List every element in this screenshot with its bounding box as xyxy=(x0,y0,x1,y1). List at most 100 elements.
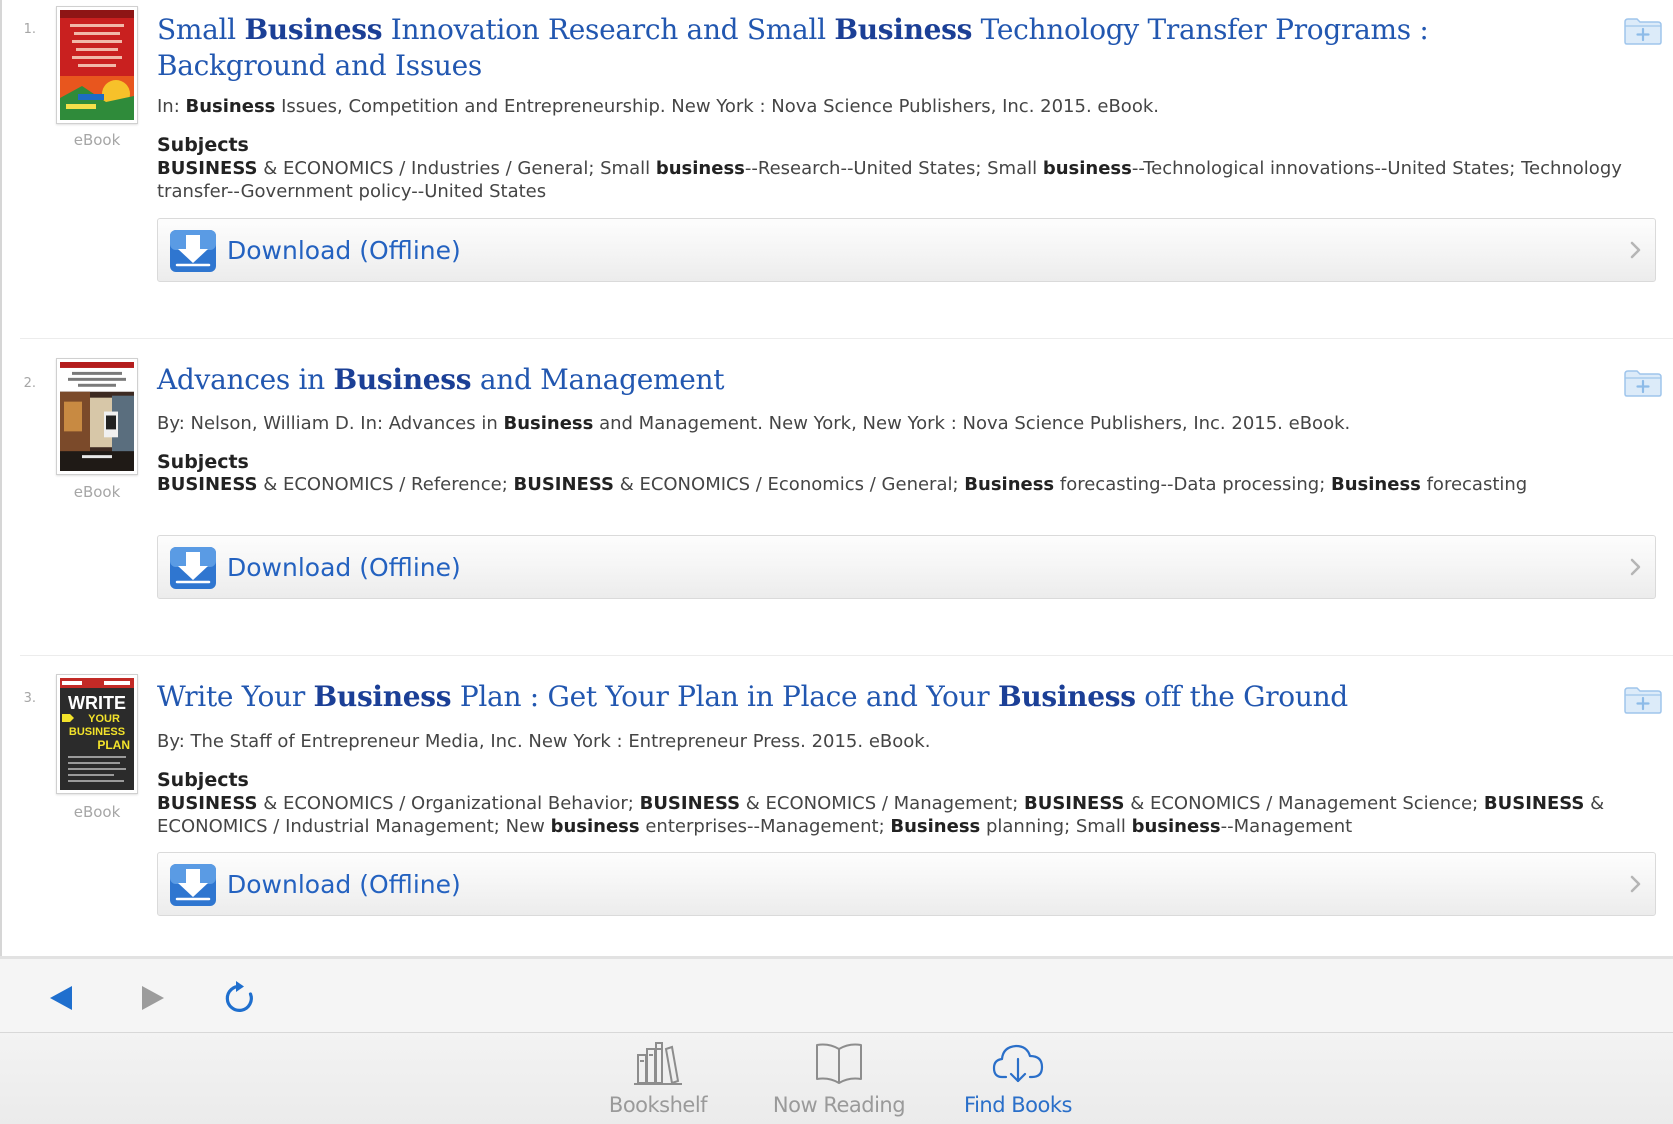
tab-label: Now Reading xyxy=(772,1093,906,1117)
result-number: 1. xyxy=(23,22,36,37)
add-to-folder-icon[interactable] xyxy=(1623,14,1663,46)
result-number: 2. xyxy=(23,376,36,391)
text-segment: & ECONOMICS / Industries / General; Smal… xyxy=(257,158,656,179)
book-cover[interactable]: WRITE YOUR BUSINESS PLAN xyxy=(56,674,138,794)
result-item: 2. eBook Advances in Business and Manage… xyxy=(2,338,1673,668)
result-title-link[interactable]: Advances in Business and Management xyxy=(157,362,1597,398)
highlighted-term: Business xyxy=(834,13,973,46)
result-item: 1. eBook Small Business Innovation Resea… xyxy=(2,0,1673,330)
bookshelf-icon xyxy=(634,1042,682,1085)
download-arrow-icon xyxy=(170,547,216,589)
text-segment: & ECONOMICS / Management Science; xyxy=(1124,793,1484,814)
highlighted-term: business xyxy=(1042,158,1132,179)
tab-label: Find Books xyxy=(964,1093,1072,1117)
result-publication-info: By: The Staff of Entrepreneur Media, Inc… xyxy=(157,731,1617,753)
tab-now-reading[interactable]: Now Reading xyxy=(754,1037,924,1121)
highlighted-term: Business xyxy=(997,680,1136,713)
tab-bookshelf[interactable]: Bookshelf xyxy=(573,1037,743,1121)
text-segment: Small xyxy=(157,13,245,46)
highlighted-term: Business xyxy=(503,413,594,434)
book-cover[interactable] xyxy=(56,6,138,124)
book-cover-red-icon xyxy=(60,10,134,120)
text-segment: --Research--United States; Small xyxy=(744,158,1043,179)
book-cover-photo-icon xyxy=(60,362,134,471)
text-segment: Write Your xyxy=(157,680,314,713)
add-to-folder-icon[interactable] xyxy=(1623,683,1663,715)
chevron-right-icon xyxy=(1630,875,1641,893)
result-divider xyxy=(20,655,1673,656)
search-results-list: 1. eBook Small Business Innovation Resea… xyxy=(0,0,1673,956)
book-cover[interactable] xyxy=(56,358,138,475)
text-segment: & ECONOMICS / Management; xyxy=(740,793,1024,814)
highlighted-term: Business xyxy=(964,474,1055,495)
tab-find-books[interactable]: Find Books xyxy=(933,1037,1103,1121)
format-label: eBook xyxy=(73,483,121,501)
highlighted-term: business xyxy=(1131,816,1221,837)
text-segment: Issues, Competition and Entrepreneurship… xyxy=(275,96,1159,117)
result-publication-info: In: Business Issues, Competition and Ent… xyxy=(157,96,1617,118)
subjects-list[interactable]: BUSINESS & ECONOMICS / Reference; BUSINE… xyxy=(157,473,1647,496)
result-title-link[interactable]: Small Business Innovation Research and S… xyxy=(157,12,1597,84)
text-segment: & ECONOMICS / Economics / General; xyxy=(613,474,965,495)
result-title-link[interactable]: Write Your Business Plan : Get Your Plan… xyxy=(157,679,1597,715)
cloud-download-icon xyxy=(992,1044,1044,1083)
highlighted-term: Business xyxy=(1331,474,1421,495)
text-segment: & ECONOMICS / Reference; xyxy=(257,474,514,495)
result-number: 3. xyxy=(23,691,36,706)
format-label: eBook xyxy=(73,131,121,149)
subjects-heading: Subjects xyxy=(157,134,249,156)
highlighted-term: Business xyxy=(333,363,472,396)
text-segment: In: xyxy=(157,96,186,117)
tab-label: Bookshelf xyxy=(608,1093,708,1117)
result-publication-info: By: Nelson, William D. In: Advances in B… xyxy=(157,413,1617,435)
chevron-right-icon xyxy=(1630,558,1641,576)
format-label: eBook xyxy=(73,803,121,821)
refresh-icon[interactable] xyxy=(220,978,260,1018)
back-arrow-icon[interactable] xyxy=(42,978,82,1018)
text-segment: and Management. New York, New York : Nov… xyxy=(593,413,1351,434)
highlighted-term: Business xyxy=(185,96,276,117)
add-to-folder-icon[interactable] xyxy=(1623,366,1663,398)
text-segment: forecasting xyxy=(1420,474,1528,495)
cover-word-plan: PLAN xyxy=(97,738,130,752)
subjects-list[interactable]: BUSINESS & ECONOMICS / Industries / Gene… xyxy=(157,157,1647,203)
text-segment: forecasting--Data processing; xyxy=(1054,474,1331,495)
open-book-icon xyxy=(816,1043,862,1084)
subjects-list[interactable]: BUSINESS & ECONOMICS / Organizational Be… xyxy=(157,792,1647,838)
highlighted-term: business xyxy=(655,158,745,179)
result-divider xyxy=(20,338,1673,339)
text-segment: --Management xyxy=(1220,816,1353,837)
download-label: Download (Offline) xyxy=(227,553,461,582)
text-segment: By: Nelson, William D. In: Advances in xyxy=(157,413,504,434)
text-segment: enterprises--Management; xyxy=(639,816,891,837)
download-arrow-icon xyxy=(170,864,216,906)
book-cover-write-your-business-plan-icon: WRITE YOUR BUSINESS PLAN xyxy=(60,678,134,790)
download-arrow-icon xyxy=(170,230,216,272)
highlighted-term: BUSINESS xyxy=(157,793,258,814)
highlighted-term: BUSINESS xyxy=(1483,793,1585,814)
cover-word-business: BUSINESS xyxy=(69,726,125,738)
download-label: Download (Offline) xyxy=(227,870,461,899)
subjects-heading: Subjects xyxy=(157,769,249,791)
download-offline-button[interactable]: Download (Offline) xyxy=(157,535,1656,599)
download-offline-button[interactable]: Download (Offline) xyxy=(157,852,1656,916)
text-segment: Advances in xyxy=(157,363,334,396)
text-segment: By: The Staff of Entrepreneur Media, Inc… xyxy=(157,731,931,752)
bottom-tab-bar: Bookshelf Now Reading Find Books xyxy=(0,1033,1673,1124)
text-segment: & ECONOMICS / Organizational Behavior; xyxy=(257,793,640,814)
forward-arrow-icon[interactable] xyxy=(132,978,172,1018)
highlighted-term: BUSINESS xyxy=(513,474,614,495)
cover-word-write: WRITE xyxy=(68,693,126,713)
subjects-heading: Subjects xyxy=(157,451,249,473)
download-label: Download (Offline) xyxy=(227,236,461,265)
download-offline-button[interactable]: Download (Offline) xyxy=(157,218,1656,282)
highlighted-term: BUSINESS xyxy=(1024,793,1125,814)
text-segment: Plan : Get Your Plan in Place and Your xyxy=(451,680,998,713)
text-segment: off the Ground xyxy=(1135,680,1348,713)
highlighted-term: BUSINESS xyxy=(639,793,741,814)
highlighted-term: BUSINESS xyxy=(157,158,258,179)
cover-word-your: YOUR xyxy=(88,713,120,725)
text-segment: Innovation Research and Small xyxy=(382,13,835,46)
highlighted-term: Business xyxy=(244,13,383,46)
highlighted-term: BUSINESS xyxy=(157,474,258,495)
